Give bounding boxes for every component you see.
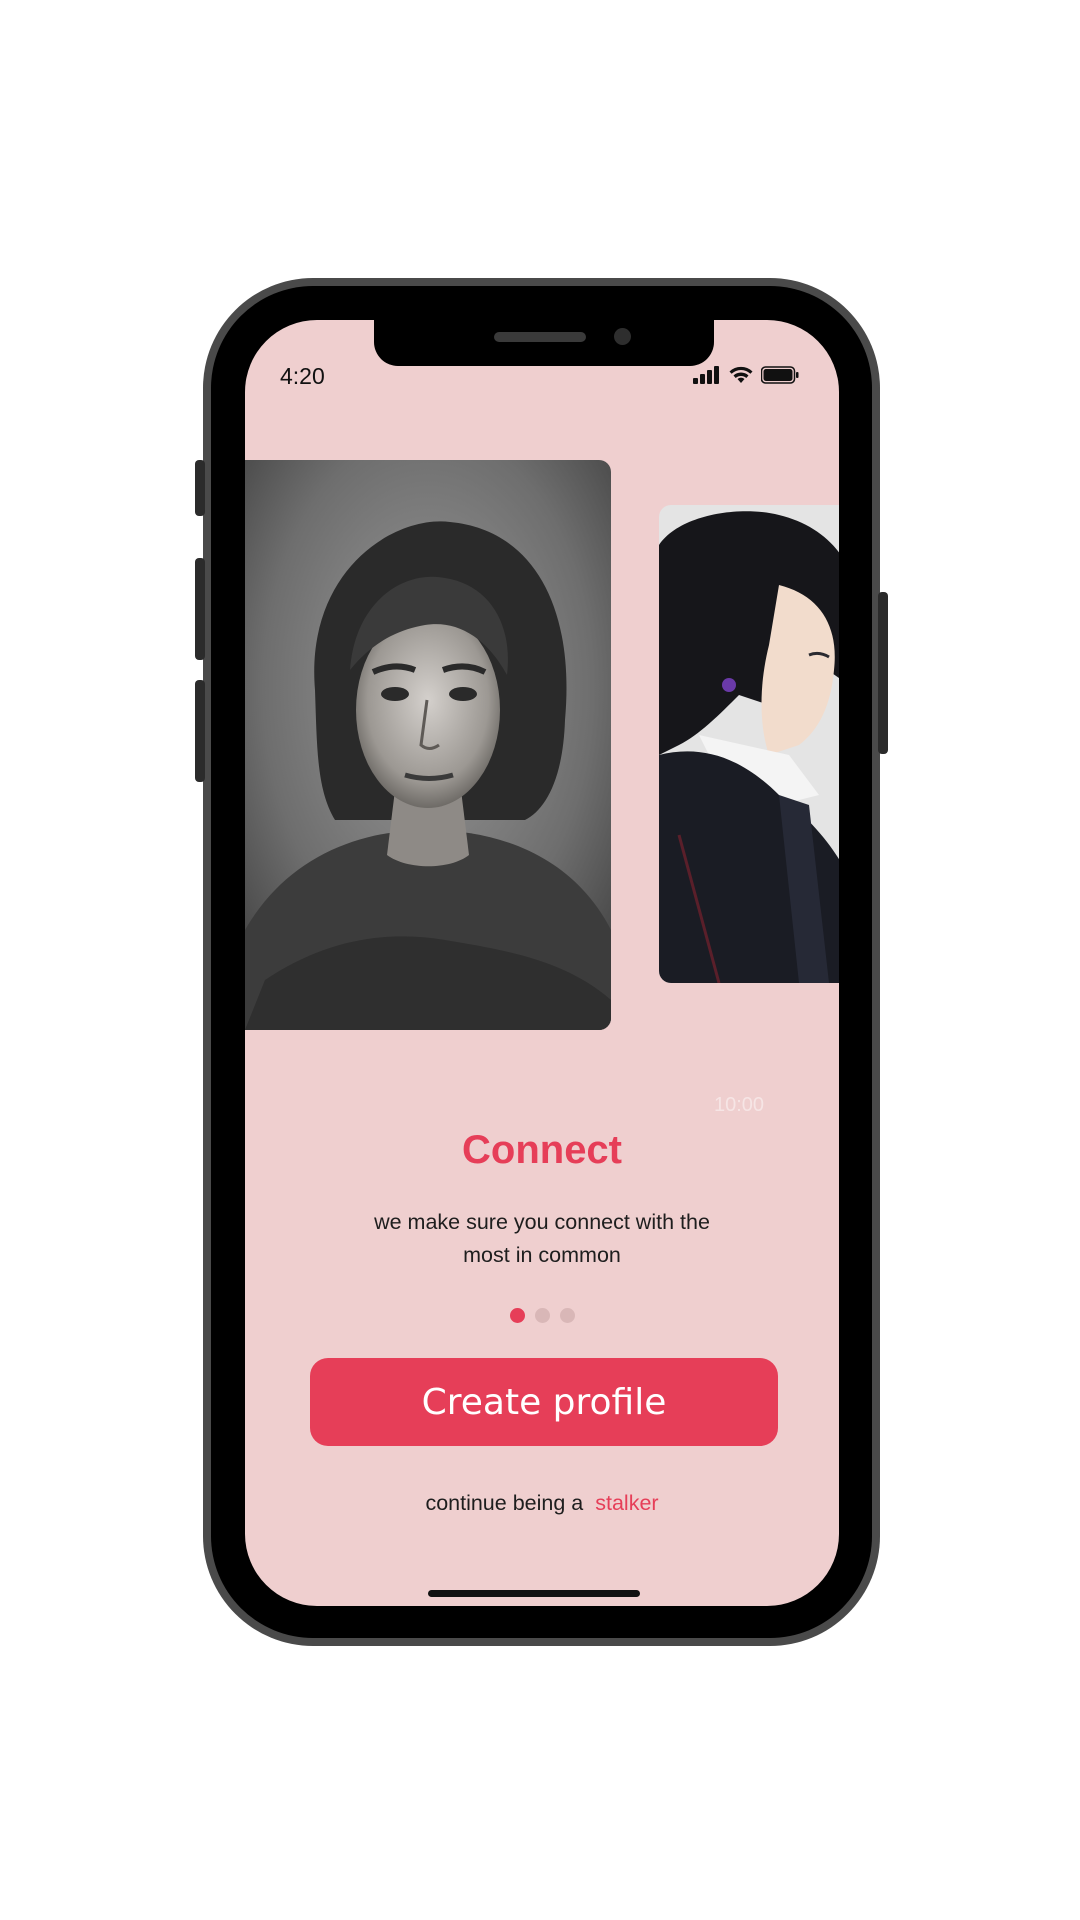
footer-text: continue being a	[425, 1491, 584, 1515]
status-icons	[693, 364, 799, 386]
front-camera	[614, 328, 631, 345]
pager-dot-1[interactable]	[509, 1308, 525, 1323]
profile-card-next[interactable]	[659, 505, 839, 983]
signal-icon	[693, 366, 719, 384]
wifi-icon	[729, 366, 753, 383]
status-time: 4:20	[280, 363, 325, 389]
home-indicator[interactable]	[428, 1590, 640, 1597]
speaker	[494, 332, 586, 342]
notch	[374, 320, 714, 366]
stalker-link[interactable]: stalker	[595, 1491, 658, 1515]
charcoal-portrait-image	[245, 460, 611, 1030]
pager-dot-3[interactable]	[559, 1308, 575, 1323]
app-screen: 4:20 10:00 Connect we make sure you conn…	[245, 320, 839, 1606]
ghost-time-label: 10:00	[714, 1094, 765, 1116]
onboarding-subtitle: we make sure you connect with the most i…	[374, 1210, 710, 1267]
pager-dots	[245, 1308, 839, 1323]
battery-icon	[761, 366, 799, 384]
footer-line: continue being a stalker	[245, 1491, 839, 1516]
create-profile-button[interactable]: Create profile	[310, 1358, 778, 1446]
anime-portrait-image	[659, 505, 839, 983]
onboarding-title: Connect	[462, 1128, 622, 1172]
profile-card-main[interactable]	[245, 460, 611, 1030]
pager-dot-2[interactable]	[534, 1308, 550, 1323]
